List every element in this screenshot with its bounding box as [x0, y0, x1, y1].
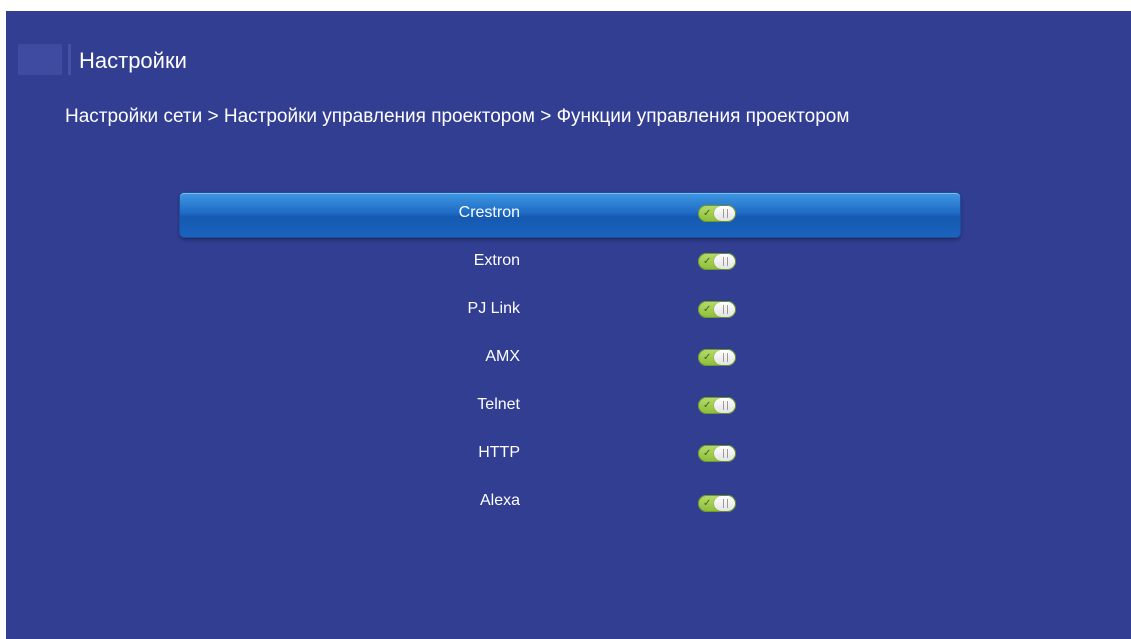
- amx-toggle[interactable]: ✓: [698, 349, 736, 366]
- check-icon: ✓: [703, 208, 712, 219]
- menu-item-label: PJ Link: [467, 300, 520, 317]
- toggle-knob: [714, 302, 735, 317]
- menu-item-label: Extron: [473, 252, 520, 269]
- menu-item-crestron[interactable]: Crestron ✓: [180, 193, 960, 241]
- header-divider: [68, 44, 71, 75]
- toggle-knob: [714, 206, 735, 221]
- menu-item-pjlink[interactable]: PJ Link ✓: [180, 289, 960, 337]
- menu-item-label: AMX: [485, 348, 520, 365]
- telnet-toggle[interactable]: ✓: [698, 397, 736, 414]
- breadcrumb: Настройки сети > Настройки управления пр…: [65, 106, 850, 127]
- control-functions-menu: Crestron ✓ Extron ✓ PJ Link ✓ AMX ✓ Teln…: [180, 193, 960, 529]
- menu-item-label: Alexa: [479, 492, 520, 509]
- pjlink-toggle[interactable]: ✓: [698, 301, 736, 318]
- toggle-knob: [714, 446, 735, 461]
- toggle-knob: [714, 398, 735, 413]
- check-icon: ✓: [703, 256, 712, 267]
- http-toggle[interactable]: ✓: [698, 445, 736, 462]
- alexa-toggle[interactable]: ✓: [698, 495, 736, 512]
- check-icon: ✓: [703, 498, 712, 509]
- toggle-knob: [714, 496, 735, 511]
- menu-item-label: HTTP: [478, 444, 520, 461]
- menu-item-label: Crestron: [458, 204, 520, 221]
- toggle-knob: [714, 254, 735, 269]
- check-icon: ✓: [703, 304, 712, 315]
- check-icon: ✓: [703, 400, 712, 411]
- menu-item-extron[interactable]: Extron ✓: [180, 241, 960, 289]
- menu-item-alexa[interactable]: Alexa ✓: [180, 481, 960, 529]
- osd-screen: Настройки Настройки сети > Настройки упр…: [6, 11, 1131, 639]
- menu-item-telnet[interactable]: Telnet ✓: [180, 385, 960, 433]
- selection-highlight: [180, 193, 960, 237]
- settings-logo-icon: [18, 44, 62, 75]
- extron-toggle[interactable]: ✓: [698, 253, 736, 270]
- menu-item-amx[interactable]: AMX ✓: [180, 337, 960, 385]
- page-title: Настройки: [79, 48, 187, 73]
- toggle-knob: [714, 350, 735, 365]
- check-icon: ✓: [703, 352, 712, 363]
- menu-item-http[interactable]: HTTP ✓: [180, 433, 960, 481]
- menu-item-label: Telnet: [477, 396, 520, 413]
- check-icon: ✓: [703, 448, 712, 459]
- crestron-toggle[interactable]: ✓: [698, 205, 736, 222]
